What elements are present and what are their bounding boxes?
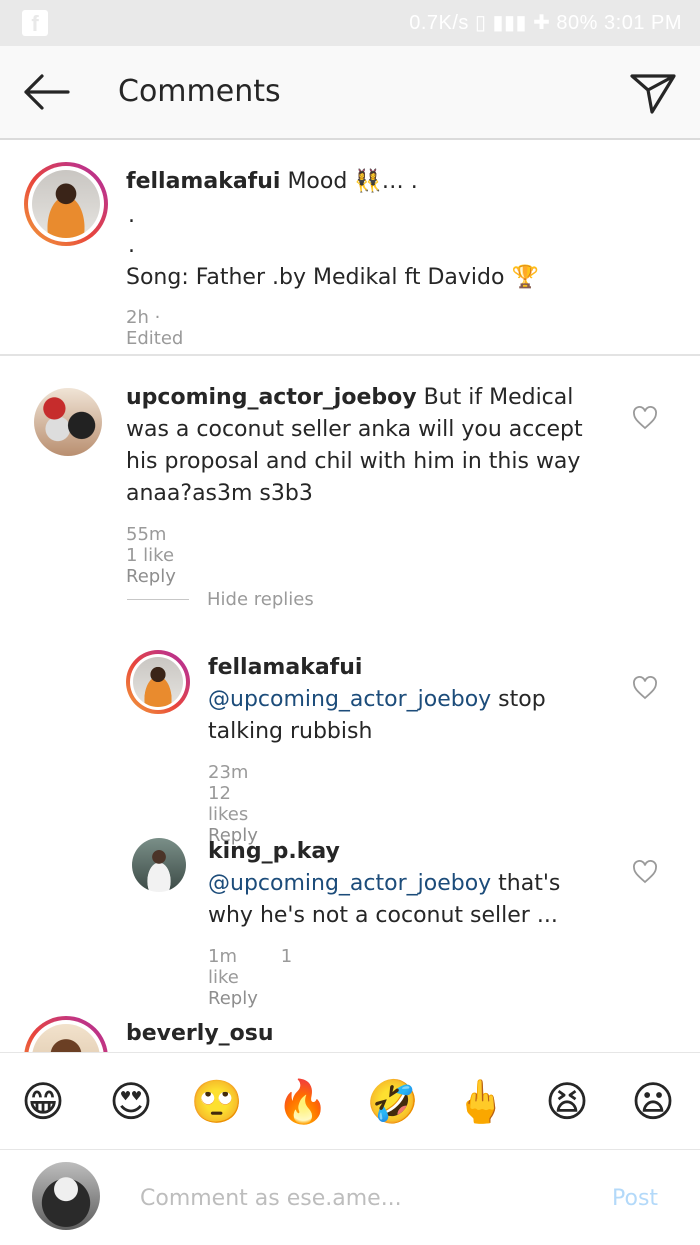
heart-icon[interactable] xyxy=(632,406,658,430)
comment-time: 55m xyxy=(126,524,167,545)
rofl-emoji-button[interactable]: 🤣 xyxy=(366,1075,420,1129)
comment-likes[interactable]: 1 like xyxy=(126,545,174,566)
middle-finger-emoji-button[interactable]: 🖕 xyxy=(454,1075,508,1129)
fire-emoji-button[interactable]: 🔥 xyxy=(276,1075,330,1129)
comment-username[interactable]: beverly_osu xyxy=(126,1021,274,1046)
avatar[interactable] xyxy=(126,650,190,714)
frowning-emoji-button[interactable]: 😦 xyxy=(626,1075,680,1129)
heart-icon[interactable] xyxy=(632,676,658,700)
caption-dot: . xyxy=(128,203,135,228)
caption-text: Mood 👯‍♀️… . xyxy=(280,169,418,194)
post-button[interactable]: Post xyxy=(612,1186,658,1211)
hide-replies-button[interactable]: Hide replies xyxy=(207,589,314,610)
avatar[interactable] xyxy=(24,162,108,246)
current-user-avatar xyxy=(32,1162,100,1230)
caption-username[interactable]: fellamakafui xyxy=(126,169,280,194)
direct-send-icon[interactable] xyxy=(628,70,678,116)
reply-time: 1m xyxy=(208,946,237,967)
page-title: Comments xyxy=(118,74,281,109)
reply-button[interactable]: Reply xyxy=(208,988,258,1009)
reply-mention[interactable]: @upcoming_actor_joeboy xyxy=(208,871,491,896)
app-header: Comments xyxy=(0,46,700,140)
reply-username[interactable]: fellamakafui xyxy=(208,655,362,680)
comment-input[interactable] xyxy=(140,1180,560,1216)
caption-dot: . xyxy=(128,233,135,258)
caption-song: Song: Father .by Medikal ft Davido 🏆 xyxy=(126,265,539,290)
eye-roll-emoji-button[interactable]: 🙄 xyxy=(190,1075,244,1129)
divider xyxy=(0,354,700,356)
facebook-notification-icon: f xyxy=(22,10,48,36)
heart-icon[interactable] xyxy=(632,860,658,884)
caption-meta: 2h · Edited xyxy=(126,307,184,349)
reply-username[interactable]: king_p.kay xyxy=(208,839,340,864)
hide-replies-line xyxy=(127,599,189,600)
reply-button[interactable]: Reply xyxy=(126,566,176,587)
reply-likes[interactable]: 12 likes xyxy=(208,783,248,825)
emoji-quick-bar: 😁 😍 🙄 🔥 🤣 🖕 😫 😦 xyxy=(0,1052,700,1150)
comment-username[interactable]: upcoming_actor_joeboy xyxy=(126,385,417,410)
comment-composer: Post xyxy=(0,1150,700,1245)
status-indicators: 0.7K/s ▯ ▮▮▮ ✚ 80% 3:01 PM xyxy=(409,12,682,34)
back-arrow-icon[interactable] xyxy=(20,72,72,112)
heart-eyes-emoji-button[interactable]: 😍 xyxy=(104,1075,158,1129)
avatar[interactable] xyxy=(132,838,186,892)
reply-time: 23m xyxy=(208,762,249,783)
avatar[interactable] xyxy=(34,388,102,456)
reply-mention[interactable]: @upcoming_actor_joeboy xyxy=(208,687,491,712)
grinning-emoji-button[interactable]: 😁 xyxy=(16,1075,70,1129)
tired-emoji-button[interactable]: 😫 xyxy=(540,1075,594,1129)
status-bar: f 0.7K/s ▯ ▮▮▮ ✚ 80% 3:01 PM xyxy=(0,0,700,46)
